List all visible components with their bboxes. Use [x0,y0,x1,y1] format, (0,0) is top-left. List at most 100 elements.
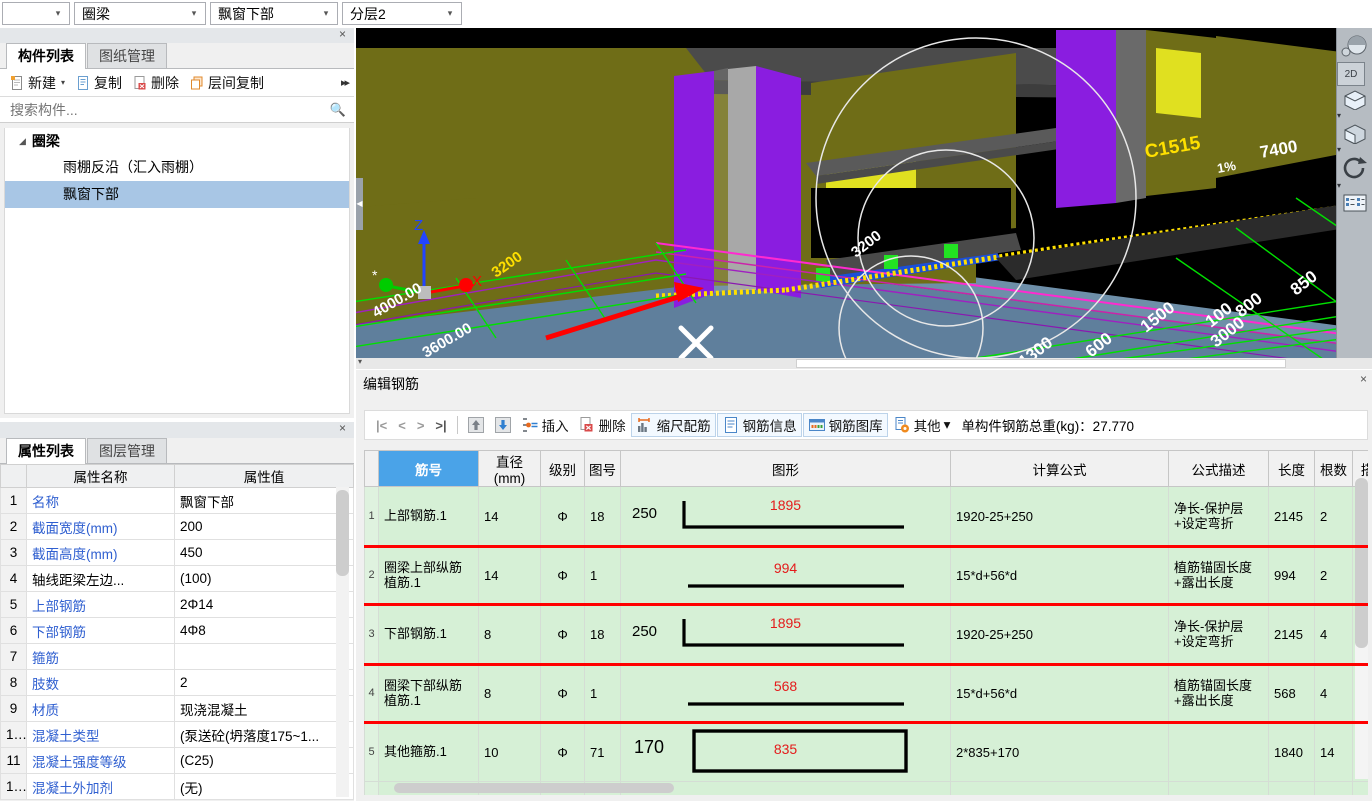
scale-rebar-button[interactable]: 缩尺配筋 [630,413,716,437]
model-viewport-3d[interactable]: Z X * TLM2823 C1515 7400 1% 150 850 800 … [356,28,1372,368]
scroll-left-icon[interactable]: ▾ [358,357,362,366]
rebar-col-shape[interactable]: 图形 [620,450,951,487]
rebar-cell-length[interactable]: 2145 [1268,486,1315,546]
property-row-value[interactable]: 飘窗下部 [174,487,354,514]
rebar-cell-shape[interactable]: 170 835 [620,722,951,782]
rebar-cell-length[interactable]: 2145 [1268,604,1315,664]
viewport-scroll-thumb[interactable] [796,359,1286,368]
tab-component-list[interactable]: 构件列表 [6,43,86,69]
rebar-library-button[interactable]: 钢筋图库 [802,413,888,437]
property-scrollbar-thumb[interactable] [336,490,349,576]
layers-tool[interactable] [1337,192,1372,214]
property-row-value[interactable]: 450 [174,539,354,566]
rebar-cell-lap[interactable] [1352,781,1368,795]
rebar-cell-code[interactable]: 18 [584,604,621,664]
rebar-cell-shape[interactable]: 250 1895 [620,486,951,546]
tree-item-1[interactable]: 飘窗下部 [5,181,349,208]
property-row[interactable]: 6 下部钢筋 4Φ8 [0,617,354,644]
rebar-cell-length[interactable]: 1840 [1268,722,1315,782]
property-row[interactable]: 8 肢数 2 [0,669,354,696]
property-row[interactable]: 4 轴线距梁左边... (100) [0,565,354,592]
rebar-cell-code[interactable]: 1 [584,663,621,723]
property-row-value[interactable]: (泵送砼(坍落度175~1... [174,721,354,748]
rebar-cell-grade[interactable]: Φ [540,663,585,723]
property-row[interactable]: 12 混凝土外加剂 (无) [0,773,354,800]
rebar-grid-vertical-scrollbar[interactable] [1355,478,1368,779]
rebar-cell-count[interactable]: 2 [1314,486,1353,546]
rebar-cell-count[interactable]: 14 [1314,722,1353,782]
component-combo[interactable]: 飘窗下部 ▾ [210,2,338,25]
rebar-cell-shape[interactable]: 250 1895 [620,604,951,664]
rebar-cell-code[interactable]: 71 [584,722,621,782]
rebar-col-desc[interactable]: 公式描述 [1168,450,1269,487]
rebar-info-button[interactable]: 钢筋信息 [716,413,802,437]
orbit-tool[interactable] [1337,34,1372,60]
table-row[interactable]: 3 下部钢筋.1 8 Φ 18 250 1895 1920-25+250 净长-保护层+设定弯折… [364,604,1368,664]
rebar-cell-code[interactable]: 1 [584,545,621,605]
rebar-cell-name[interactable]: 上部钢筋.1 [378,486,479,546]
rebar-cell-name[interactable]: 圈梁上部纵筋植筋.1 [378,545,479,605]
rebar-cell-count[interactable]: 2 [1314,545,1353,605]
rebar-col-length[interactable]: 长度 [1268,450,1315,487]
property-row[interactable]: 10 混凝土类型 (泵送砼(坍落度175~1... [0,721,354,748]
rebar-col-count[interactable]: 根数 [1314,450,1353,487]
rebar-cell-description[interactable]: 植筋锚固长度+露出长度 [1168,545,1269,605]
chevron-down-icon-2[interactable]: ▾ [1337,144,1372,156]
close-icon[interactable]: × [339,421,346,436]
new-component-button[interactable]: 新建 ▾ [4,71,70,95]
search-icon[interactable]: 🔍 [330,102,346,118]
other-button[interactable]: 其他 ▾ [889,413,955,437]
property-row[interactable]: 7 箍筋 [0,643,354,670]
viewport-horizontal-scrollbar[interactable]: ▾ [356,357,1372,369]
viewport-collapse-handle[interactable]: ◀ [356,178,363,230]
table-row[interactable]: 4 圈梁下部纵筋植筋.1 8 Φ 1 568 15*d+56*d 植筋锚固长度+露出长度 568… [364,663,1368,723]
overflow-chevron-icon[interactable]: ▸▸ [341,76,350,89]
rebar-grid-hscroll-thumb[interactable] [394,783,674,793]
rebar-cell-formula[interactable]: 15*d+56*d [950,545,1169,605]
copy-between-floors-button[interactable]: 层间复制 [184,71,269,95]
rebar-cell-grade[interactable]: Φ [540,722,585,782]
tab-drawing-manager[interactable]: 图纸管理 [87,43,167,68]
rotate-tool[interactable] [1337,156,1372,180]
rebar-col-dia[interactable]: 直径(mm) [478,450,541,487]
rebar-cell-description[interactable]: 净长-保护层+设定弯折 [1168,604,1269,664]
copy-component-button[interactable]: 复制 [70,71,127,95]
property-row-value[interactable]: 2Φ14 [174,591,354,618]
delete-row-button[interactable]: 删除 [574,413,630,437]
rebar-cell-code[interactable]: 18 [584,486,621,546]
property-row-value[interactable]: (100) [174,565,354,592]
rebar-grid-horizontal-scrollbar[interactable] [386,783,1338,793]
move-down-button[interactable] [490,413,516,437]
nav-first-button[interactable]: |< [371,418,392,433]
rebar-cell-shape[interactable]: 994 [620,545,951,605]
property-row[interactable]: 9 材质 现浇混凝土 [0,695,354,722]
solid-box-tool[interactable] [1337,122,1372,144]
rebar-col-code[interactable]: 图号 [584,450,621,487]
rebar-col-grade[interactable]: 级别 [540,450,585,487]
rebar-cell-formula[interactable]: 15*d+56*d [950,663,1169,723]
rebar-cell-grade[interactable]: Φ [540,604,585,664]
property-row[interactable]: 3 截面高度(mm) 450 [0,539,354,566]
rebar-cell-shape[interactable]: 568 [620,663,951,723]
move-up-button[interactable] [463,413,489,437]
close-icon[interactable]: × [1360,365,1367,393]
chevron-down-icon-3[interactable]: ▾ [1337,180,1372,192]
property-row[interactable]: 11 混凝土强度等级 (C25) [0,747,354,774]
rebar-grid-vscroll-thumb[interactable] [1355,478,1368,648]
rebar-cell-diameter[interactable]: 14 [478,545,541,605]
wireframe-box-tool[interactable] [1337,88,1372,110]
rebar-col-name[interactable]: 筋号 [378,450,479,487]
property-row-value[interactable]: 4Φ8 [174,617,354,644]
rebar-col-formula[interactable]: 计算公式 [950,450,1169,487]
rebar-cell-diameter[interactable]: 14 [478,486,541,546]
expander-icon[interactable]: ◢ [19,136,26,147]
insert-row-button[interactable]: 插入 [517,413,573,437]
nav-prev-button[interactable]: < [393,418,411,433]
delete-component-button[interactable]: 删除 [127,71,184,95]
rebar-cell-formula[interactable]: 1920-25+250 [950,486,1169,546]
property-row-value[interactable]: 2 [174,669,354,696]
rebar-cell-length[interactable]: 994 [1268,545,1315,605]
rebar-cell-name[interactable]: 下部钢筋.1 [378,604,479,664]
rebar-cell-diameter[interactable]: 8 [478,663,541,723]
rebar-cell-name[interactable]: 其他箍筋.1 [378,722,479,782]
